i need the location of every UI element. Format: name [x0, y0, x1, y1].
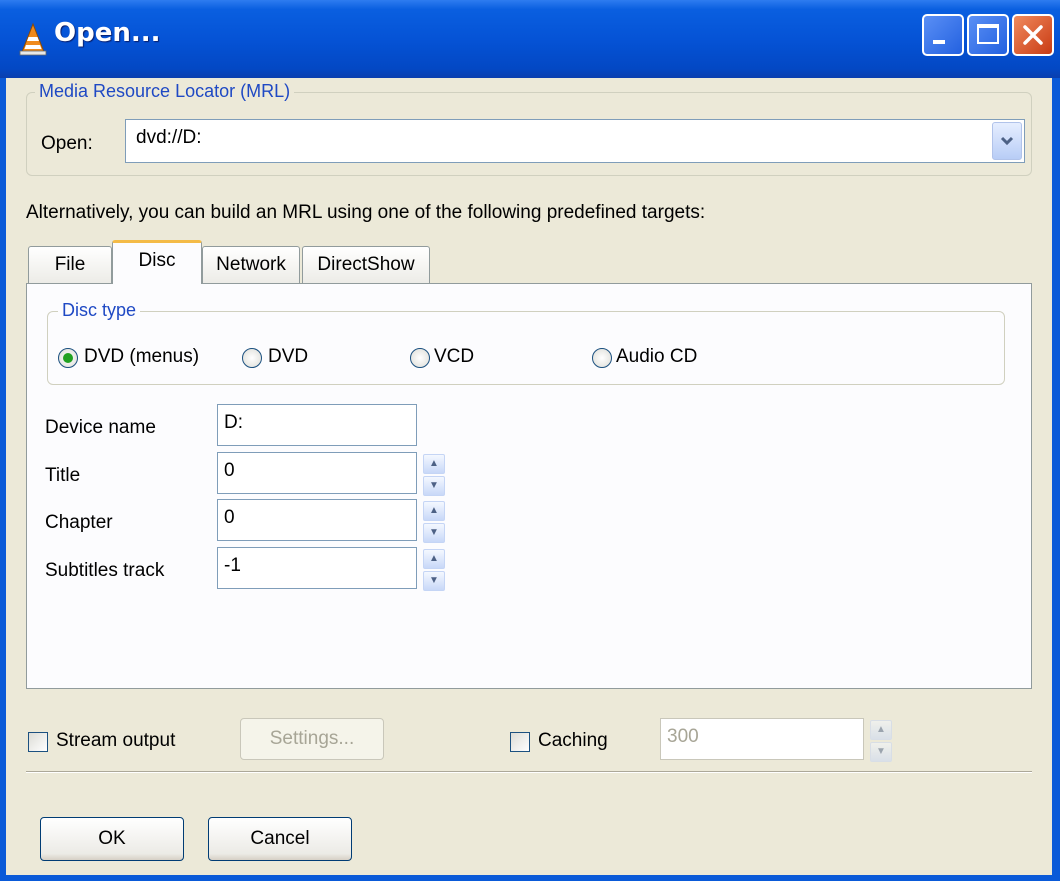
separator: [26, 771, 1032, 773]
dialog-client-area: Media Resource Locator (MRL) Open: dvd:/…: [6, 78, 1052, 875]
tab-disc[interactable]: Disc: [112, 240, 202, 284]
mrl-legend: Media Resource Locator (MRL): [35, 81, 295, 102]
tab-directshow[interactable]: DirectShow: [302, 246, 430, 284]
radio-vcd[interactable]: [410, 348, 430, 368]
radio-audio-cd-label: Audio CD: [616, 346, 698, 367]
minimize-button[interactable]: [922, 14, 964, 56]
close-button[interactable]: [1012, 14, 1054, 56]
chapter-label: Chapter: [45, 512, 113, 533]
cancel-button[interactable]: Cancel: [208, 817, 352, 861]
caching-spinner[interactable]: ▲ ▼: [870, 720, 892, 762]
predefined-targets-hint: Alternatively, you can build an MRL usin…: [26, 202, 706, 223]
radio-vcd-label: VCD: [434, 346, 475, 367]
tab-network[interactable]: Network: [202, 246, 300, 284]
subtitles-track-input[interactable]: -1: [217, 547, 417, 589]
chapter-input[interactable]: 0: [217, 499, 417, 541]
maximize-icon: [977, 24, 999, 44]
vlc-cone-icon: [19, 22, 47, 56]
caching-label: Caching: [538, 730, 608, 751]
minimize-icon: [933, 40, 945, 44]
disc-tab-page: Disc type DVD (menus) DVD VCD Audio CD D…: [26, 283, 1032, 689]
chapter-spinner[interactable]: ▲ ▼: [423, 501, 445, 543]
device-name-input[interactable]: D:: [217, 404, 417, 446]
subtitles-track-label: Subtitles track: [45, 560, 165, 581]
ok-button[interactable]: OK: [40, 817, 184, 861]
tab-file[interactable]: File: [28, 246, 112, 284]
title-input[interactable]: 0: [217, 452, 417, 494]
mrl-dropdown-button[interactable]: [992, 122, 1022, 160]
disc-type-legend: Disc type: [58, 300, 141, 321]
radio-selected-dot: [63, 353, 73, 363]
caching-input[interactable]: 300: [660, 718, 864, 760]
device-name-label: Device name: [45, 417, 156, 438]
maximize-button[interactable]: [967, 14, 1009, 56]
title-label: Title: [45, 465, 81, 486]
chevron-down-icon: [1000, 136, 1014, 146]
open-dialog-window: Open... Media Resource Locator (MRL) Ope…: [0, 0, 1060, 881]
radio-dvd-menus[interactable]: [58, 348, 78, 368]
disc-type-groupbox: Disc type DVD (menus) DVD VCD Audio CD: [47, 300, 1005, 385]
radio-dvd-menus-label: DVD (menus): [84, 346, 200, 367]
close-icon: [1023, 25, 1043, 45]
open-label: Open:: [41, 133, 93, 154]
window-title: Open...: [54, 18, 161, 48]
subtitles-track-spinner[interactable]: ▲ ▼: [423, 549, 445, 591]
title-spinner[interactable]: ▲ ▼: [423, 454, 445, 496]
settings-button[interactable]: Settings...: [240, 718, 384, 760]
stream-output-checkbox[interactable]: [28, 732, 48, 752]
caching-checkbox[interactable]: [510, 732, 530, 752]
mrl-value: dvd://D:: [136, 127, 202, 148]
mrl-groupbox: Media Resource Locator (MRL) Open: dvd:/…: [26, 81, 1032, 176]
radio-dvd-label: DVD: [268, 346, 309, 367]
mrl-combobox[interactable]: dvd://D:: [125, 119, 1025, 163]
radio-dvd[interactable]: [242, 348, 262, 368]
stream-output-label: Stream output: [56, 730, 176, 751]
radio-audio-cd[interactable]: [592, 348, 612, 368]
title-bar[interactable]: Open...: [0, 0, 1060, 78]
